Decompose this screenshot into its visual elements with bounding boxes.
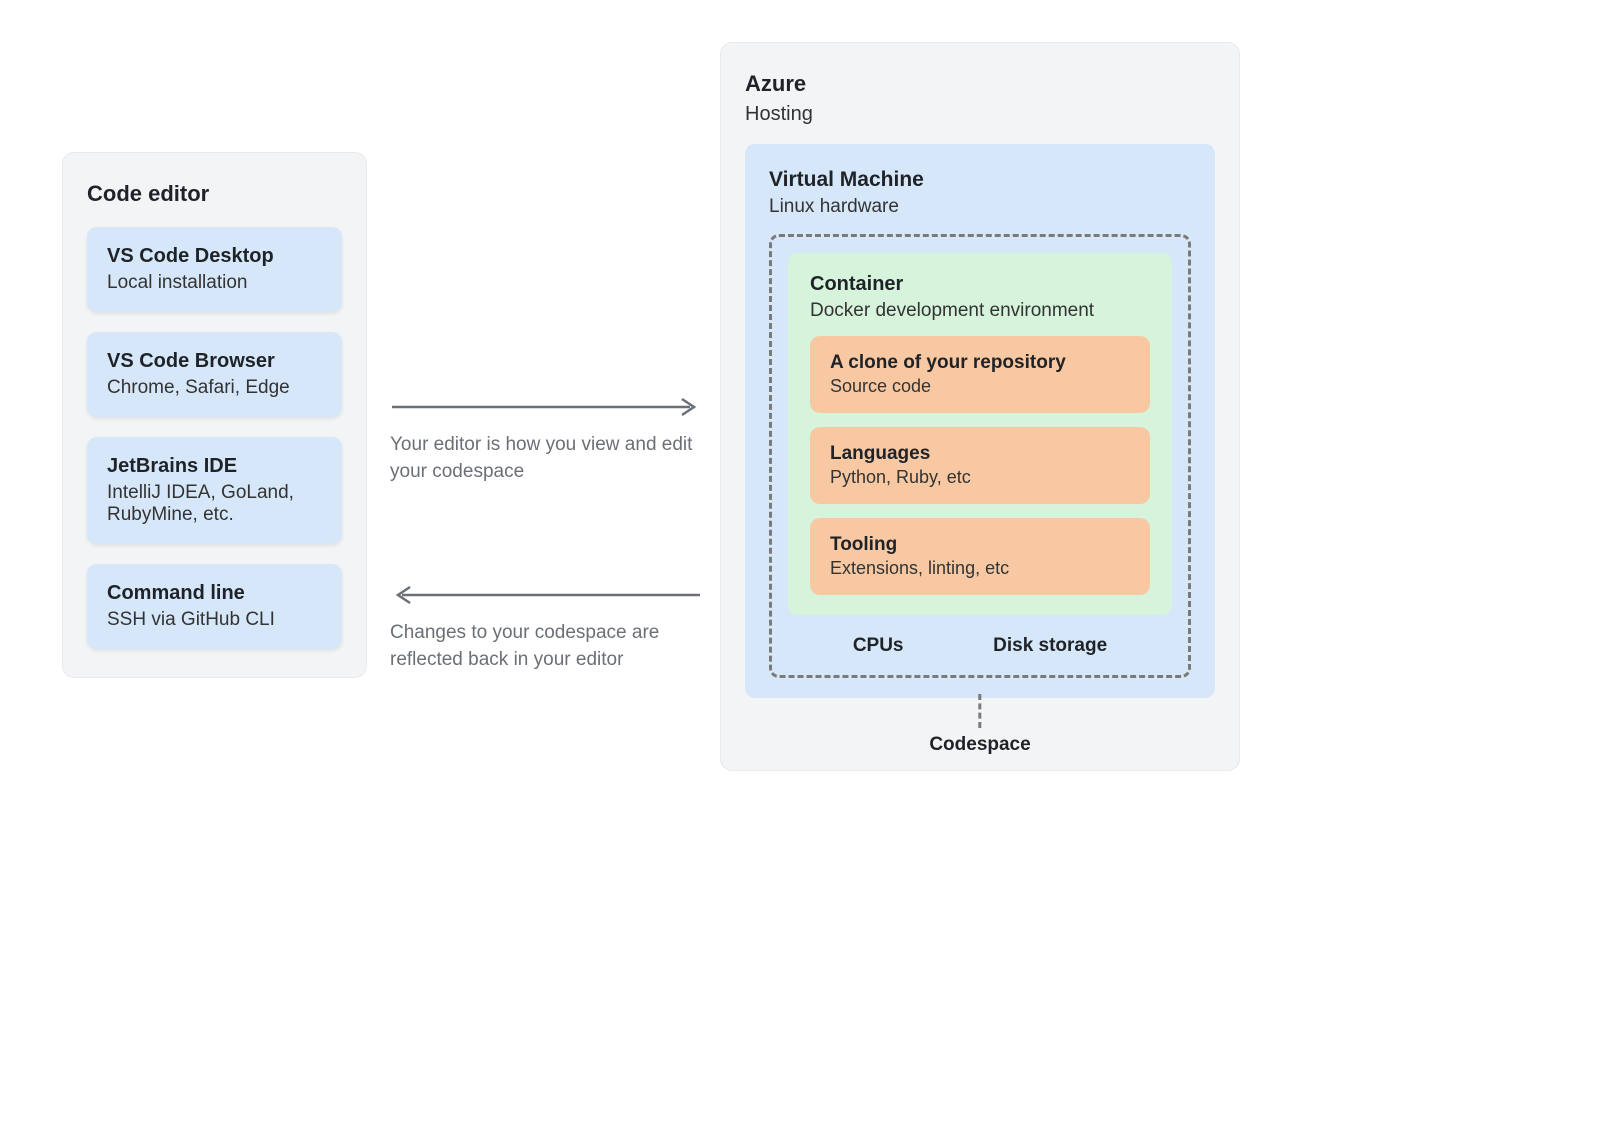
azure-panel: Azure Hosting Virtual Machine Linux hard…	[720, 42, 1240, 771]
arrow-right-icon	[390, 396, 702, 418]
editor-card-cli: Command line SSH via GitHub CLI	[87, 564, 342, 649]
container-item-sub: Source code	[830, 376, 1130, 397]
container-item-title: Languages	[830, 443, 1130, 465]
editor-card-vscode-browser: VS Code Browser Chrome, Safari, Edge	[87, 332, 342, 417]
hardware-row: CPUs Disk storage	[788, 631, 1172, 659]
arrow-left-caption: Changes to your codespace are reflected …	[390, 620, 700, 673]
arrow-right-caption: Your editor is how you view and edit you…	[390, 432, 700, 485]
editor-card-sub: Local installation	[107, 272, 322, 294]
vm-title: Virtual Machine	[769, 168, 1191, 192]
vm-sub: Linux hardware	[769, 196, 1191, 218]
editor-card-title: JetBrains IDE	[107, 455, 322, 478]
editor-card-title: Command line	[107, 582, 322, 605]
hw-cpus: CPUs	[853, 635, 904, 657]
codespace-dashed-box: Container Docker development environment…	[769, 234, 1191, 678]
container-item-sub: Python, Ruby, etc	[830, 467, 1130, 488]
codespace-leader-line	[979, 694, 982, 728]
code-editor-title: Code editor	[87, 181, 342, 207]
editor-card-sub: Chrome, Safari, Edge	[107, 377, 322, 399]
azure-sub: Hosting	[745, 103, 1215, 126]
container-item-sub: Extensions, linting, etc	[830, 558, 1130, 579]
arrow-left-block: Changes to your codespace are reflected …	[390, 584, 710, 673]
container-sub: Docker development environment	[810, 300, 1150, 322]
editor-card-jetbrains: JetBrains IDE IntelliJ IDEA, GoLand, Rub…	[87, 437, 342, 544]
container-title: Container	[810, 273, 1150, 296]
vm-box: Virtual Machine Linux hardware Container…	[745, 144, 1215, 698]
codespace-leader: Codespace	[929, 694, 1030, 756]
code-editor-panel: Code editor VS Code Desktop Local instal…	[62, 152, 367, 678]
editor-card-title: VS Code Browser	[107, 350, 322, 373]
container-item-languages: Languages Python, Ruby, etc	[810, 427, 1150, 504]
container-item-title: Tooling	[830, 534, 1130, 556]
editor-card-sub: SSH via GitHub CLI	[107, 609, 322, 631]
container-box: Container Docker development environment…	[788, 253, 1172, 615]
arrow-right-block: Your editor is how you view and edit you…	[390, 396, 710, 485]
codespace-label: Codespace	[929, 734, 1030, 756]
arrow-left-icon	[390, 584, 702, 606]
container-item-repo: A clone of your repository Source code	[810, 336, 1150, 413]
editor-card-title: VS Code Desktop	[107, 245, 322, 268]
editor-card-vscode-desktop: VS Code Desktop Local installation	[87, 227, 342, 312]
editor-card-sub: IntelliJ IDEA, GoLand, RubyMine, etc.	[107, 482, 322, 526]
container-item-tooling: Tooling Extensions, linting, etc	[810, 518, 1150, 595]
container-item-title: A clone of your repository	[830, 352, 1130, 374]
hw-disk: Disk storage	[993, 635, 1107, 657]
azure-title: Azure	[745, 71, 1215, 97]
